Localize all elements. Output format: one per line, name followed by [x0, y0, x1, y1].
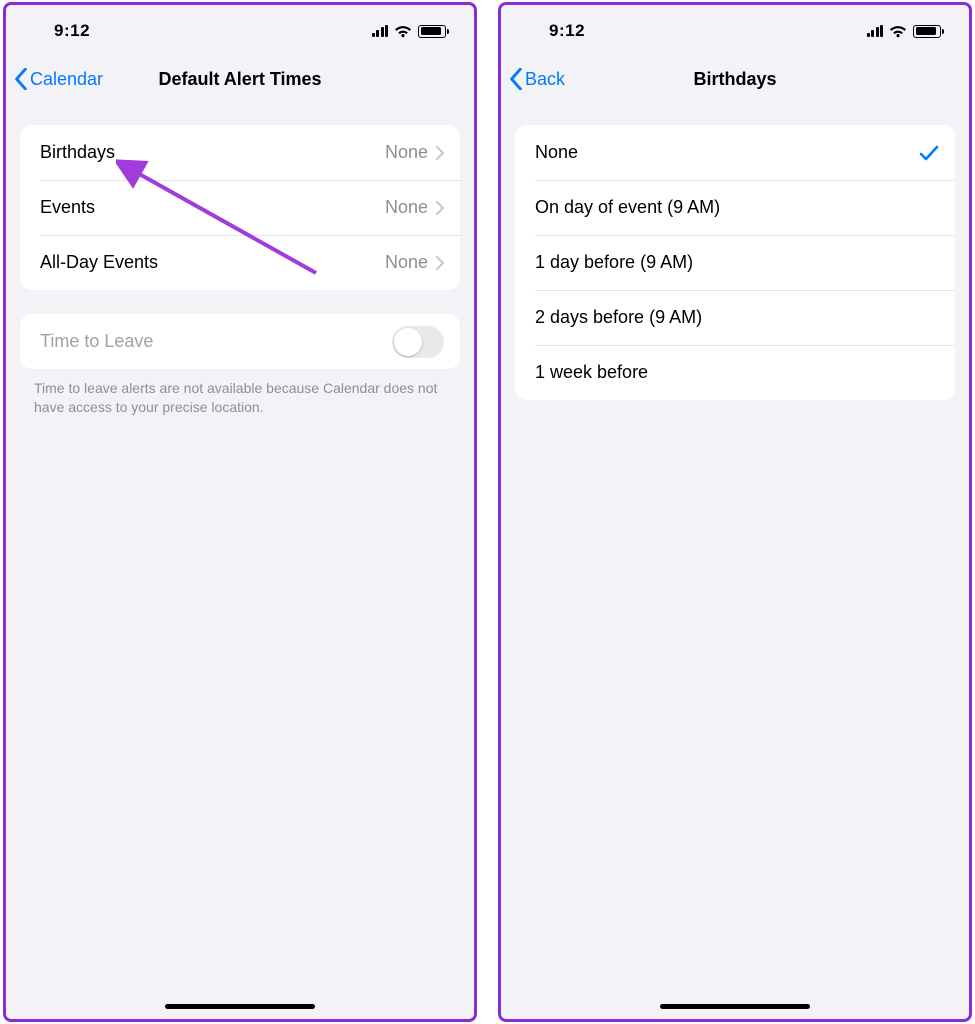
nav-bar: Back Birthdays	[501, 57, 969, 101]
status-time: 9:12	[54, 21, 90, 41]
option-1-week-before[interactable]: 1 week before	[515, 345, 955, 400]
cellular-icon	[372, 25, 389, 37]
home-indicator[interactable]	[660, 1004, 810, 1009]
status-bar: 9:12	[501, 5, 969, 57]
alert-types-group: Birthdays None Events None All-Day Event…	[20, 125, 460, 290]
row-label: Time to Leave	[40, 331, 392, 352]
wifi-icon	[889, 25, 907, 38]
chevron-right-icon	[436, 256, 444, 270]
status-bar: 9:12	[6, 5, 474, 57]
row-label: Events	[40, 197, 385, 218]
screen-default-alert-times: 9:12 Calendar Default Alert Times Birthd…	[3, 2, 477, 1022]
option-none[interactable]: None	[515, 125, 955, 180]
row-value: None	[385, 197, 428, 218]
row-value: None	[385, 142, 428, 163]
row-label: Birthdays	[40, 142, 385, 163]
status-time: 9:12	[549, 21, 585, 41]
option-label: On day of event (9 AM)	[535, 197, 939, 218]
birthday-alert-options: None On day of event (9 AM) 1 day before…	[515, 125, 955, 400]
row-birthdays[interactable]: Birthdays None	[20, 125, 460, 180]
cellular-icon	[867, 25, 884, 37]
screen-birthdays-options: 9:12 Back Birthdays None On day of	[498, 2, 972, 1022]
option-2-days-before[interactable]: 2 days before (9 AM)	[515, 290, 955, 345]
time-to-leave-toggle[interactable]	[392, 326, 444, 358]
page-title: Default Alert Times	[6, 57, 474, 101]
row-label: All-Day Events	[40, 252, 385, 273]
nav-bar: Calendar Default Alert Times	[6, 57, 474, 101]
option-label: 1 day before (9 AM)	[535, 252, 939, 273]
wifi-icon	[394, 25, 412, 38]
row-all-day-events[interactable]: All-Day Events None	[20, 235, 460, 290]
option-1-day-before[interactable]: 1 day before (9 AM)	[515, 235, 955, 290]
row-time-to-leave: Time to Leave	[20, 314, 460, 369]
option-label: 2 days before (9 AM)	[535, 307, 939, 328]
chevron-right-icon	[436, 201, 444, 215]
battery-icon	[913, 25, 941, 38]
row-value: None	[385, 252, 428, 273]
footer-note: Time to leave alerts are not available b…	[34, 379, 446, 417]
home-indicator[interactable]	[165, 1004, 315, 1009]
time-to-leave-group: Time to Leave	[20, 314, 460, 369]
checkmark-icon	[919, 144, 939, 162]
option-label: None	[535, 142, 919, 163]
row-events[interactable]: Events None	[20, 180, 460, 235]
page-title: Birthdays	[501, 57, 969, 101]
battery-icon	[418, 25, 446, 38]
option-on-day[interactable]: On day of event (9 AM)	[515, 180, 955, 235]
option-label: 1 week before	[535, 362, 939, 383]
chevron-right-icon	[436, 146, 444, 160]
